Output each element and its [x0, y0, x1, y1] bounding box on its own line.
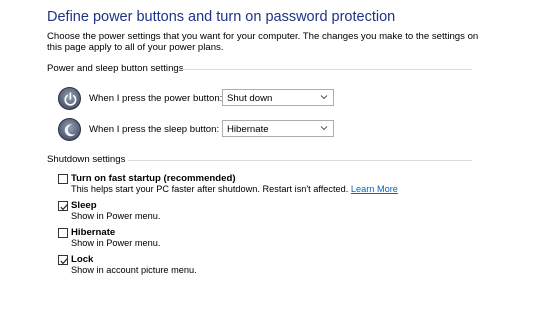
power-section-label: Power and sleep button settings — [47, 63, 184, 74]
fast-startup-label: Turn on fast startup (recommended) — [71, 173, 236, 184]
sleep-button-label: When I press the sleep button: — [89, 124, 220, 135]
page-title: Define power buttons and turn on passwor… — [47, 9, 396, 25]
sleep-label: Sleep — [71, 200, 97, 211]
sleep-help: Show in Power menu. — [71, 211, 161, 221]
power-button-select[interactable]: Shut down — [222, 89, 334, 106]
chevron-down-icon — [320, 126, 328, 131]
divider — [180, 69, 472, 70]
hibernate-checkbox[interactable] — [58, 228, 68, 238]
power-button-value: Shut down — [227, 93, 273, 104]
fast-startup-help-text: This helps start your PC faster after sh… — [71, 184, 349, 194]
lock-checkbox[interactable] — [58, 255, 68, 265]
moon-icon — [58, 118, 81, 141]
fast-startup-checkbox[interactable] — [58, 174, 68, 184]
chevron-down-icon — [320, 95, 328, 100]
shutdown-section-label: Shutdown settings — [47, 154, 126, 165]
sleep-button-value: Hibernate — [227, 124, 269, 135]
lock-label: Lock — [71, 254, 94, 265]
hibernate-help: Show in Power menu. — [71, 238, 161, 248]
learn-more-link[interactable]: Learn More — [351, 184, 398, 194]
checkmark-icon — [60, 204, 68, 211]
page-description: Choose the power settings that you want … — [47, 31, 479, 53]
power-button-label: When I press the power button: — [89, 93, 223, 104]
lock-help: Show in account picture menu. — [71, 265, 197, 275]
hibernate-label: Hibernate — [71, 227, 116, 238]
sleep-button-select[interactable]: Hibernate — [222, 120, 334, 137]
power-icon — [58, 87, 81, 110]
divider — [128, 160, 472, 161]
sleep-button-row: When I press the sleep button: Hibernate — [58, 118, 348, 144]
fast-startup-help: This helps start your PC faster after sh… — [71, 184, 398, 194]
checkmark-icon — [60, 258, 68, 265]
power-button-row: When I press the power button: Shut down — [58, 87, 348, 113]
sleep-checkbox[interactable] — [58, 201, 68, 211]
